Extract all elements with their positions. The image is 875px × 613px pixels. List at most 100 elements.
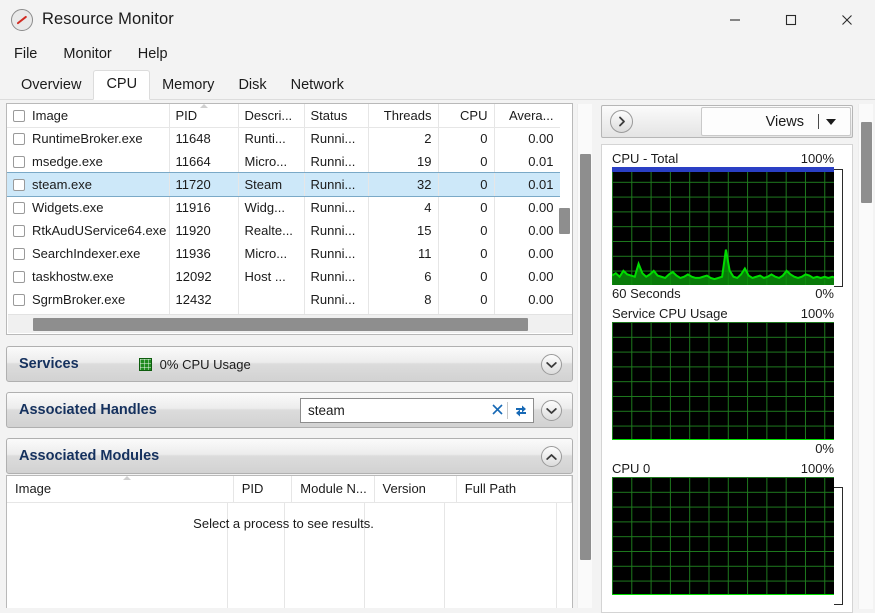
table-row[interactable]: SgrmBroker.exe12432Runni...800.00 (7, 288, 560, 311)
col-header-cpu[interactable]: CPU (438, 104, 494, 127)
cell-image: SgrmBroker.exe (7, 288, 169, 311)
menu-monitor[interactable]: Monitor (61, 44, 113, 64)
cell-threads: 11 (368, 242, 438, 265)
cell-status: Runni... (304, 242, 368, 265)
views-button[interactable]: Views (701, 107, 851, 136)
row-checkbox[interactable] (13, 133, 25, 145)
cell-image: SearchIndexer.exe (7, 242, 169, 265)
cell-cpu: 0 (438, 127, 494, 150)
row-checkbox[interactable] (13, 225, 25, 237)
col-header-description[interactable]: Descri... (238, 104, 304, 127)
services-section-header[interactable]: Services 0% CPU Usage (6, 346, 573, 382)
chevron-down-icon[interactable] (826, 119, 836, 125)
chevron-right-icon[interactable] (610, 110, 633, 133)
row-checkbox[interactable] (13, 202, 25, 214)
table-row[interactable]: RtkAudUService64.exe11920Realte...Runni.… (7, 219, 560, 242)
tab-memory[interactable]: Memory (150, 72, 226, 100)
cell-status: Runni... (304, 196, 368, 219)
cell-description: Widg... (238, 196, 304, 219)
clear-x-icon[interactable] (487, 403, 507, 418)
chevron-down-icon[interactable] (541, 354, 562, 375)
left-pane-scrollbar-thumb[interactable] (580, 154, 591, 560)
cell-description: Realte... (238, 219, 304, 242)
row-checkbox[interactable] (13, 271, 25, 283)
table-row[interactable]: SearchIndexer.exe11936Micro...Runni...11… (7, 242, 560, 265)
green-graph-icon (139, 358, 152, 371)
cell-threads: 15 (368, 219, 438, 242)
cpu0-title: CPU 0 (612, 461, 650, 476)
col-header-mod-name[interactable]: Module N... (292, 476, 374, 502)
associated-handles-section-header[interactable]: Associated Handles steam (6, 392, 573, 428)
cell-description: Micro... (238, 242, 304, 265)
right-pane-vertical-scrollbar[interactable] (858, 104, 873, 609)
handles-search-box[interactable]: steam (300, 398, 534, 423)
row-checkbox[interactable] (13, 248, 25, 260)
cpu-total-axis-bracket (834, 169, 843, 287)
service-cpu-footer: 0% (602, 440, 852, 456)
col-header-mod-pid[interactable]: PID (233, 476, 292, 502)
col-header-mod-fullpath[interactable]: Full Path (456, 476, 571, 502)
tab-cpu[interactable]: CPU (93, 70, 150, 100)
table-row[interactable]: msedge.exe11664Micro...Runni...1900.01 (7, 150, 560, 173)
col-header-status[interactable]: Status (304, 104, 368, 127)
processes-body: RuntimeBroker.exe11648Runti...Runni...20… (7, 127, 560, 314)
chart-service-cpu-usage: Service CPU Usage 100% 0% (602, 301, 852, 456)
associated-modules-section-header[interactable]: Associated Modules (6, 438, 573, 474)
cell-status: Runni... (304, 219, 368, 242)
menu-help[interactable]: Help (136, 44, 170, 64)
handles-search-input[interactable]: steam (301, 403, 487, 418)
col-header-average[interactable]: Avera... (494, 104, 560, 127)
cell-average: 0.01 (494, 173, 560, 196)
row-checkbox[interactable] (13, 179, 25, 191)
tab-disk[interactable]: Disk (226, 72, 278, 100)
cell-image: msedge.exe (7, 150, 169, 173)
chevron-up-icon[interactable] (541, 446, 562, 467)
cell-threads: 32 (368, 173, 438, 196)
right-pane-scrollbar-thumb[interactable] (861, 122, 872, 203)
cell-description: Steam (238, 173, 304, 196)
col-header-threads[interactable]: Threads (368, 104, 438, 127)
table-row[interactable]: steam.exe11720SteamRunni...3200.01 (7, 173, 560, 196)
cell-pid: 11936 (169, 242, 238, 265)
maximize-button[interactable] (763, 0, 819, 39)
cell-description: Micro... (238, 150, 304, 173)
cpu-total-plot (612, 167, 834, 285)
processes-horizontal-scrollbar[interactable] (8, 314, 572, 333)
graphs-scroll-container: CPU - Total 100% 60 Seconds 0% Service C… (601, 144, 853, 613)
table-row[interactable]: RuntimeBroker.exe11648Runti...Runni...20… (7, 127, 560, 150)
col-header-pid[interactable]: PID (169, 104, 238, 127)
row-checkbox[interactable] (13, 294, 25, 306)
processes-vertical-scrollbar-thumb[interactable] (559, 208, 570, 234)
cell-image: Widgets.exe (7, 196, 169, 219)
tab-overview[interactable]: Overview (9, 72, 93, 100)
service-cpu-plot (612, 322, 834, 440)
table-row[interactable]: Widgets.exe11916Widg...Runni...400.00 (7, 196, 560, 219)
col-header-mod-image[interactable]: Image (7, 476, 233, 502)
select-all-checkbox[interactable] (13, 110, 25, 122)
refresh-arrows-icon[interactable] (507, 402, 533, 419)
views-button-label: Views (766, 114, 804, 130)
row-checkbox[interactable] (13, 156, 25, 168)
chevron-down-icon[interactable] (541, 400, 562, 421)
services-cpu-usage: 0% CPU Usage (139, 357, 251, 372)
minimize-button[interactable] (707, 0, 763, 39)
left-pane-vertical-scrollbar[interactable] (577, 104, 592, 608)
col-header-image[interactable]: Image (7, 104, 169, 127)
window-controls (707, 0, 875, 39)
cpu0-ymax: 100% (801, 461, 834, 476)
table-row[interactable]: taskhostw.exe12092Host ...Runni...600.00 (7, 265, 560, 288)
close-button[interactable] (819, 0, 875, 39)
window-title: Resource Monitor (42, 10, 174, 29)
cell-threads: 8 (368, 288, 438, 311)
cell-status: Runni... (304, 127, 368, 150)
processes-table-container: Image PID Descri... Status Threads CPU A… (6, 103, 573, 335)
menu-file[interactable]: File (12, 44, 39, 64)
tab-network[interactable]: Network (279, 72, 356, 100)
processes-header-row: Image PID Descri... Status Threads CPU A… (7, 104, 560, 127)
cell-status: Runni... (304, 173, 368, 196)
service-cpu-labels: Service CPU Usage 100% (602, 306, 852, 322)
cell-pid: 12092 (169, 265, 238, 288)
processes-horizontal-scrollbar-thumb[interactable] (33, 318, 528, 331)
associated-handles-section-title: Associated Handles (19, 402, 157, 418)
col-header-mod-version[interactable]: Version (374, 476, 456, 502)
